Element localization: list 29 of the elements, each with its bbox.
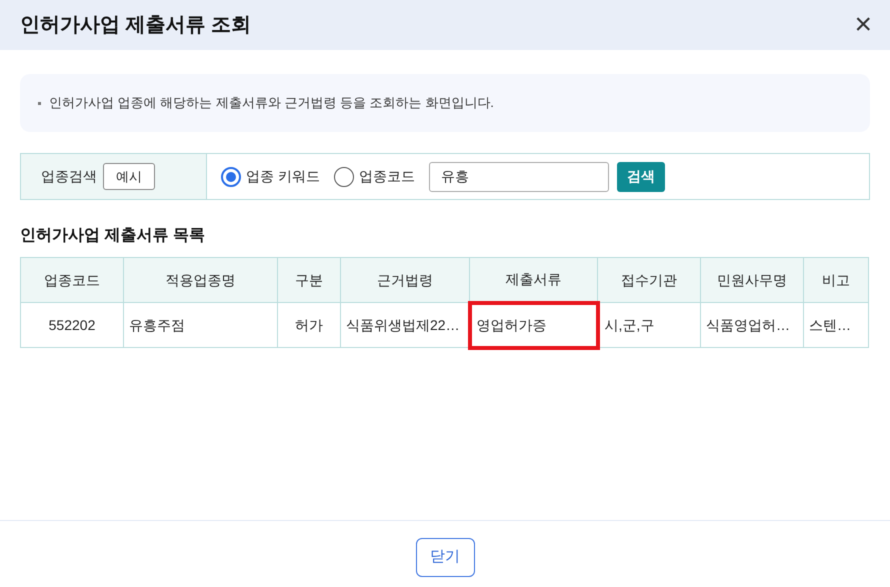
example-button[interactable]: 예시 bbox=[103, 163, 155, 190]
window-title: 인허가사업 제출서류 조회 bbox=[20, 13, 252, 38]
table-cell: 552202 bbox=[20, 302, 124, 348]
column-header: 민원사무명 bbox=[700, 258, 804, 302]
close-button[interactable]: 닫기 bbox=[416, 538, 474, 577]
table-cell: 스텐… bbox=[804, 302, 868, 348]
bullet-icon bbox=[38, 102, 41, 104]
table-cell: 영업허가증 bbox=[470, 302, 598, 348]
radio-option[interactable]: 업종 키워드 bbox=[221, 166, 320, 187]
search-field[interactable]: 유흥 bbox=[428, 162, 609, 192]
column-header: 근거법령 bbox=[340, 258, 470, 302]
column-header: 적용업종명 bbox=[124, 258, 278, 302]
close-button[interactable]: × bbox=[850, 10, 876, 40]
radio-button[interactable] bbox=[221, 166, 241, 186]
notice-text: 인허가사업 업종에 해당하는 제출서류와 근거법령 등을 조회하는 화면입니다. bbox=[49, 94, 494, 112]
search-button[interactable]: 검색 bbox=[616, 162, 665, 192]
column-header: 비고 bbox=[804, 258, 868, 302]
table-cell: 허가 bbox=[278, 302, 340, 348]
column-header: 접수기관 bbox=[598, 258, 700, 302]
column-header: 업종코드 bbox=[20, 258, 124, 302]
list-title: 인허가사업 제출서류 목록 bbox=[20, 226, 206, 246]
column-header: 구분 bbox=[278, 258, 340, 302]
table-cell: 유흥주점 bbox=[124, 302, 278, 348]
table-cell: 식품영업허… bbox=[700, 302, 804, 348]
search-label: 업종검색 bbox=[41, 167, 97, 186]
radio-option[interactable]: 업종코드 bbox=[334, 166, 415, 187]
radio-button[interactable] bbox=[334, 166, 354, 186]
column-header: 제출서류 bbox=[470, 258, 598, 302]
table-cell: 시,군,구 bbox=[598, 302, 700, 348]
